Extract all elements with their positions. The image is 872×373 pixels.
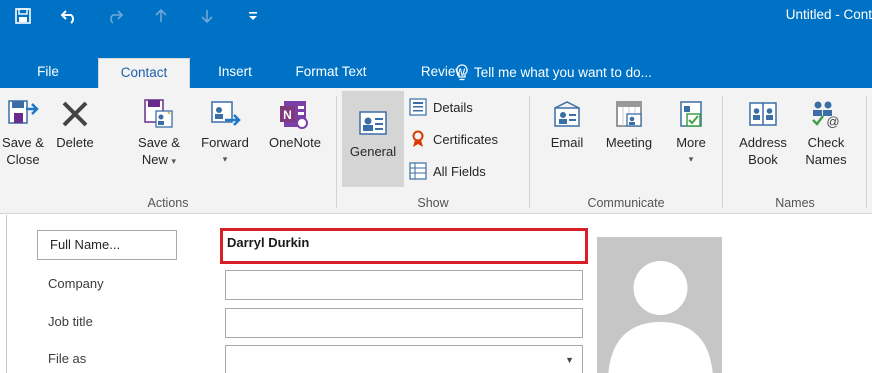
redo-icon[interactable] — [92, 0, 138, 32]
details-label: Details — [433, 99, 473, 115]
ribbon-tabs: File Contact Insert Format Text Review T… — [0, 54, 872, 88]
tab-format-text[interactable]: Format Text — [282, 58, 380, 88]
check-names-label-2: Names — [805, 152, 847, 167]
company-label: Company — [48, 276, 104, 291]
details-icon — [409, 98, 427, 116]
meeting-icon — [611, 96, 647, 132]
svg-text:N: N — [283, 108, 292, 122]
names-group-label: Names — [775, 196, 815, 210]
ribbon: Save & Close Delete Save & New ▾ Forward… — [0, 88, 872, 214]
group-communicate: Email Meeting More ▾ Communicate — [530, 88, 722, 214]
full-name-button[interactable]: Full Name... — [37, 230, 177, 260]
meeting-button[interactable]: Meeting — [598, 92, 660, 151]
window-title: Untitled - Cont — [785, 7, 872, 22]
tab-file[interactable]: File — [24, 58, 72, 88]
contact-photo[interactable] — [597, 237, 722, 373]
certificate-icon — [412, 130, 424, 147]
file-as-label: File as — [48, 351, 87, 366]
group-show: General Details Certificates All Fields … — [337, 88, 529, 214]
down-arrow-icon[interactable] — [184, 0, 230, 32]
certificates-button[interactable]: Certificates — [409, 128, 498, 150]
more-caret: ▾ — [688, 154, 694, 164]
check-names-icon: @ — [808, 96, 844, 132]
more-button[interactable]: More ▾ — [666, 92, 716, 168]
full-name-field[interactable]: Darryl Durkin — [220, 228, 588, 264]
communicate-group-label: Communicate — [587, 196, 665, 210]
save-close-label-2: Close — [6, 152, 40, 167]
up-arrow-icon[interactable] — [138, 0, 184, 32]
job-title-label: Job title — [48, 314, 93, 329]
forward-caret: ▾ — [222, 154, 228, 164]
person-placeholder-icon — [598, 238, 721, 373]
file-as-select[interactable]: ▼ — [225, 345, 583, 373]
tab-contact[interactable]: Contact — [98, 58, 190, 88]
form-left-border — [6, 215, 7, 373]
save-close-button[interactable]: Save & Close — [0, 92, 46, 168]
actions-group-label: Actions — [147, 196, 189, 210]
lightbulb-icon — [456, 64, 468, 81]
tab-insert[interactable]: Insert — [204, 58, 266, 88]
email-button[interactable]: Email — [542, 92, 592, 151]
tell-me-box[interactable]: Tell me what you want to do... — [456, 58, 652, 88]
delete-icon — [57, 96, 93, 132]
address-book-label-1: Address — [739, 135, 787, 150]
undo-icon[interactable] — [46, 0, 92, 32]
address-book-label-2: Book — [748, 152, 778, 167]
more-icon — [673, 96, 709, 132]
save-new-label-1: Save & — [138, 135, 180, 150]
delete-button[interactable]: Delete — [50, 92, 100, 151]
all-fields-button[interactable]: All Fields — [409, 160, 486, 182]
address-book-button[interactable]: Address Book — [733, 92, 793, 168]
group-names: Address Book @ Check Names Names — [723, 88, 867, 214]
general-icon — [355, 105, 391, 141]
check-names-label-1: Check — [807, 135, 845, 150]
forward-button[interactable]: Forward ▾ — [194, 92, 256, 168]
delete-label: Delete — [56, 135, 94, 150]
all-fields-icon — [409, 162, 427, 180]
job-title-field[interactable] — [225, 308, 583, 338]
meeting-label: Meeting — [605, 135, 653, 150]
general-label: General — [349, 144, 397, 159]
show-group-label: Show — [417, 196, 449, 210]
address-book-icon — [745, 96, 781, 132]
onenote-button[interactable]: N OneNote — [258, 92, 332, 151]
customize-qat-icon[interactable] — [230, 0, 276, 32]
quick-access-toolbar — [0, 0, 276, 32]
all-fields-label: All Fields — [433, 163, 486, 179]
check-names-button[interactable]: @ Check Names — [797, 92, 855, 168]
forward-icon — [207, 96, 243, 132]
company-field[interactable] — [225, 270, 583, 300]
general-button[interactable]: General — [342, 91, 404, 187]
more-label: More — [676, 135, 706, 150]
save-close-icon — [5, 96, 41, 132]
save-new-label-2: New ▾ — [141, 152, 177, 167]
chevron-down-icon: ▼ — [565, 355, 574, 365]
save-new-icon — [141, 96, 177, 132]
certificates-label: Certificates — [433, 131, 499, 147]
onenote-icon: N — [277, 96, 313, 132]
onenote-label: OneNote — [268, 135, 322, 150]
tell-me-text: Tell me what you want to do... — [474, 65, 652, 80]
email-icon — [549, 96, 585, 132]
forward-label: Forward — [201, 135, 249, 150]
group-actions: Save & Close Delete Save & New ▾ Forward… — [0, 88, 336, 214]
save-close-label-1: Save & — [2, 135, 44, 150]
svg-text:@: @ — [826, 114, 839, 129]
save-icon[interactable] — [0, 0, 46, 32]
details-button[interactable]: Details — [409, 96, 473, 118]
email-label: Email — [550, 135, 584, 150]
title-bar: Untitled - Cont — [0, 0, 872, 54]
contact-form: Full Name... Darryl Durkin Company Job t… — [0, 215, 872, 373]
ribbon-separator — [866, 96, 867, 208]
save-new-button[interactable]: Save & New ▾ — [133, 92, 185, 170]
